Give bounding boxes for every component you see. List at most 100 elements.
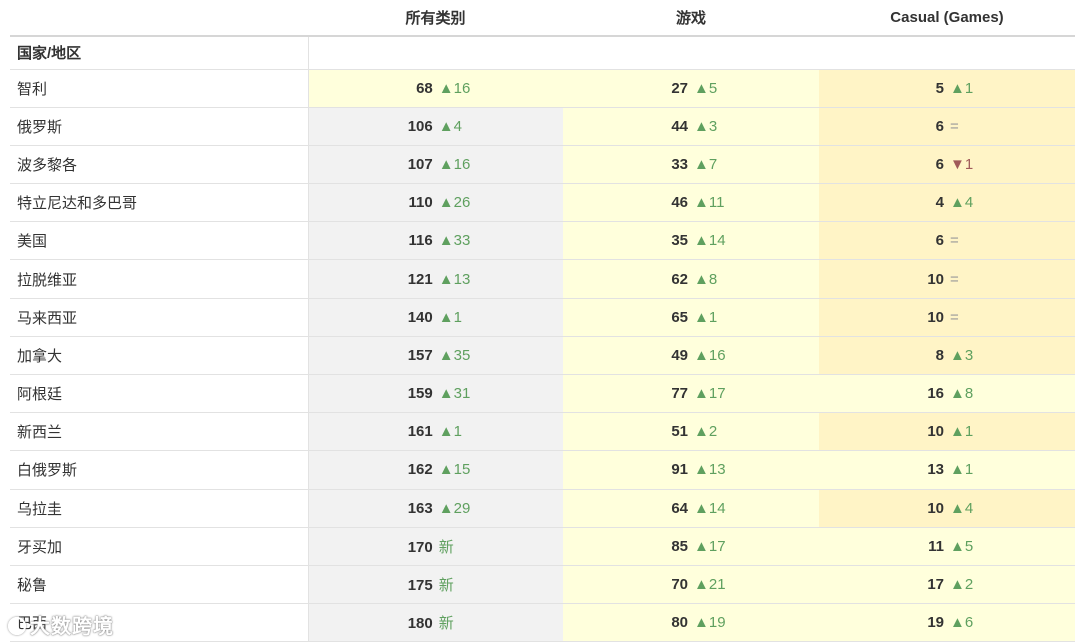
rank-value: 10 [927,499,944,517]
header-all-categories[interactable]: 所有类别 [308,0,563,37]
rank-cell: 19 ▲6 [819,603,1075,642]
rank-value: 77 [671,385,688,403]
rank-cell: 17 ▲2 [819,565,1075,605]
rank-value: 13 [927,461,944,479]
table-row[interactable]: 加拿大 157 ▲35 49 ▲16 8 ▲3 [10,336,1075,376]
rank-cell: 10 ▲4 [819,489,1075,528]
rank-up-change: ▲5 [950,537,974,555]
table-row[interactable]: 阿根廷 159 ▲31 77 ▲17 16 ▲8 [10,374,1075,414]
header-games[interactable]: 游戏 [563,0,819,37]
country-name: 阿根廷 [10,374,309,414]
rank-cell: 70 ▲21 [563,565,819,605]
table-header-row: 所有类别 游戏 Casual (Games) [10,0,1075,37]
rank-cell: 16 ▲8 [819,374,1075,414]
rank-cell: 162 ▲15 [308,450,563,490]
rank-value: 35 [671,232,688,250]
rank-up-change: ▲26 [438,194,471,212]
table-row[interactable]: 波多黎各 107 ▲16 33 ▲7 6 ▼1 [10,145,1075,185]
rank-cell: 110 ▲26 [308,183,563,223]
rank-cell: 157 ▲35 [308,336,563,376]
rank-value: 27 [671,79,688,97]
rank-new-badge: 新 [438,577,454,595]
rank-up-change: ▲14 [694,499,726,517]
rank-value: 4 [935,194,944,212]
rank-up-change: ▲31 [438,385,471,403]
rank-up-change: ▲2 [950,576,974,594]
table-row[interactable]: 俄罗斯 106 ▲4 44 ▲3 6 = [10,107,1075,146]
rank-unchanged: = [950,232,959,250]
rank-up-change: ▲3 [950,346,974,364]
rank-cell: 13 ▲1 [819,450,1075,490]
country-name: 乌拉圭 [10,489,309,528]
watermark: 大数跨境 [8,610,114,639]
rank-value: 33 [671,155,688,173]
rank-cell: 91 ▲13 [563,450,819,490]
rank-unchanged: = [950,308,959,326]
rank-value: 44 [671,117,688,135]
rank-up-change: ▲11 [694,194,725,212]
rank-cell: 33 ▲7 [563,145,819,185]
rank-up-change: ▲5 [694,79,718,97]
rank-value: 159 [407,385,433,403]
rank-value: 49 [671,346,688,364]
rank-value: 170 [407,538,433,556]
table-row[interactable]: 新西兰 161 ▲1 51 ▲2 10 ▲1 [10,412,1075,452]
rank-up-change: ▲16 [694,346,726,364]
table-row[interactable]: 拉脱维亚 121 ▲13 62 ▲8 10 = [10,259,1075,299]
rank-cell: 68 ▲16 [308,69,563,108]
rank-cell: 175 新 [308,565,563,605]
watermark-text: 大数跨境 [30,616,114,638]
table-row[interactable]: 牙买加 170 新 85 ▲17 11 ▲5 [10,527,1075,566]
rank-up-change: ▲1 [694,308,718,326]
rank-up-change: ▲3 [694,117,718,135]
table-row[interactable]: 特立尼达和多巴哥 110 ▲26 46 ▲11 4 ▲4 [10,183,1075,223]
rank-up-change: ▲4 [438,117,462,135]
rank-value: 51 [671,423,688,441]
rank-value: 163 [407,499,433,517]
rank-value: 110 [408,194,433,212]
rank-up-change: ▲29 [438,499,471,517]
rank-value: 10 [927,270,944,288]
rank-unchanged: = [950,117,959,135]
rank-up-change: ▲1 [950,461,974,479]
rank-value: 121 [407,270,433,288]
rank-up-change: ▲16 [438,79,471,97]
rank-cell: 6 ▼1 [819,145,1075,185]
table-subheader-row: 国家/地区 [10,36,1075,70]
rank-value: 107 [407,155,433,173]
rank-cell: 6 = [819,221,1075,261]
rank-value: 175 [407,577,433,595]
rank-cell: 163 ▲29 [308,489,563,528]
country-region-label: 国家/地区 [10,36,308,70]
rank-up-change: ▲1 [438,308,462,326]
table-row[interactable]: 马来西亚 140 ▲1 65 ▲1 10 = [10,298,1075,337]
rank-value: 161 [407,423,433,441]
rank-value: 80 [671,614,688,632]
rank-cell: 80 ▲19 [563,603,819,642]
country-name: 美国 [10,221,309,261]
country-name: 牙买加 [10,527,309,566]
table-row[interactable]: 白俄罗斯 162 ▲15 91 ▲13 13 ▲1 [10,450,1075,490]
table-row[interactable]: 巴西 180 新 80 ▲19 19 ▲6 [10,603,1075,642]
rank-cell: 11 ▲5 [819,527,1075,566]
table-row[interactable]: 智利 68 ▲16 27 ▲5 5 ▲1 [10,69,1075,108]
rank-up-change: ▲13 [694,461,726,479]
rank-value: 5 [935,79,944,97]
rank-cell: 44 ▲3 [563,107,819,146]
country-name: 加拿大 [10,336,309,376]
table-row[interactable]: 美国 116 ▲33 35 ▲14 6 = [10,221,1075,261]
country-name: 白俄罗斯 [10,450,309,490]
rank-cell: 46 ▲11 [563,183,819,223]
header-casual-games[interactable]: Casual (Games) [819,0,1075,37]
rank-up-change: ▲21 [694,576,726,594]
table-row[interactable]: 秘鲁 175 新 70 ▲21 17 ▲2 [10,565,1075,605]
rank-value: 106 [407,117,433,135]
rank-value: 91 [671,461,688,479]
rank-cell: 180 新 [308,603,563,642]
rank-cell: 10 = [819,259,1075,299]
rank-cell: 106 ▲4 [308,107,563,146]
rank-cell: 51 ▲2 [563,412,819,452]
rank-up-change: ▲1 [950,423,974,441]
table-row[interactable]: 乌拉圭 163 ▲29 64 ▲14 10 ▲4 [10,489,1075,528]
rank-cell: 170 新 [308,527,563,566]
